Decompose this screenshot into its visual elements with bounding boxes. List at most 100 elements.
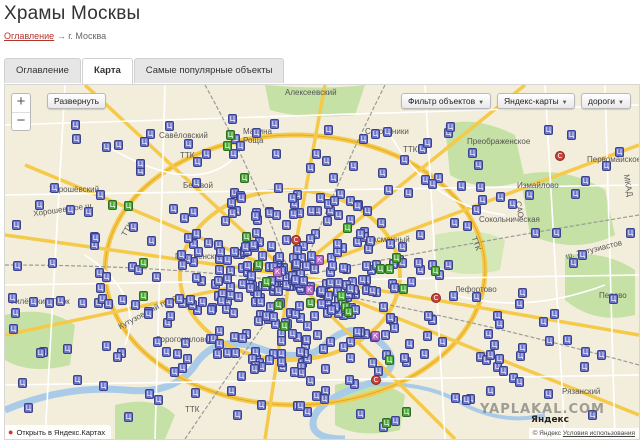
church-marker[interactable]: Ц	[230, 247, 239, 257]
map-view[interactable]: Алексеевский Марина Роща Сокольники Прео…	[4, 84, 640, 440]
church-marker[interactable]: Ц	[353, 201, 362, 211]
church-marker[interactable]: Ц	[358, 275, 367, 285]
church-marker[interactable]: Ц	[249, 240, 258, 250]
church-marker[interactable]: Ц	[140, 137, 149, 147]
church-marker[interactable]: Ц	[495, 354, 504, 364]
place-marker[interactable]: Ц	[240, 173, 249, 183]
church-marker[interactable]: Ц	[250, 364, 259, 374]
church-marker[interactable]: Ц	[18, 378, 27, 388]
church-marker[interactable]: Ц	[302, 261, 311, 271]
church-marker[interactable]: Ц	[177, 250, 186, 260]
church-marker[interactable]: Ц	[368, 286, 377, 296]
church-marker[interactable]: Ц	[36, 348, 45, 358]
church-marker[interactable]: Ц	[104, 299, 113, 309]
church-marker[interactable]: Ц	[327, 305, 336, 315]
church-marker[interactable]: Ц	[310, 264, 319, 274]
church-marker[interactable]: Ц	[486, 386, 495, 396]
special-marker[interactable]: С	[431, 293, 441, 303]
church-marker[interactable]: Ц	[571, 189, 580, 199]
church-marker[interactable]: Ц	[102, 341, 111, 351]
church-marker[interactable]: Ц	[609, 294, 618, 304]
church-marker[interactable]: Ц	[48, 258, 57, 268]
church-marker[interactable]: Ц	[581, 176, 590, 186]
church-marker[interactable]: Ц	[102, 142, 111, 152]
church-marker[interactable]: Ц	[129, 222, 138, 232]
church-marker[interactable]: Ц	[323, 216, 332, 226]
expand-map-button[interactable]: Развернуть	[47, 93, 107, 109]
church-marker[interactable]: Ц	[404, 188, 413, 198]
church-marker[interactable]: Ц	[238, 333, 247, 343]
church-marker[interactable]: Ц	[169, 204, 178, 214]
church-marker[interactable]: Ц	[472, 205, 481, 215]
church-marker[interactable]: Ц	[257, 400, 266, 410]
place-marker[interactable]: Ц	[344, 307, 353, 317]
church-marker[interactable]: Ц	[231, 348, 240, 358]
tab-popular[interactable]: Самые популярные объекты	[133, 58, 285, 83]
church-marker[interactable]: Ц	[184, 233, 193, 243]
church-marker[interactable]: Ц	[390, 323, 399, 333]
church-marker[interactable]: Ц	[184, 139, 193, 149]
church-marker[interactable]: Ц	[377, 218, 386, 228]
church-marker[interactable]: Ц	[292, 259, 301, 269]
church-marker[interactable]: Ц	[330, 196, 339, 206]
church-marker[interactable]: Ц	[227, 198, 236, 208]
church-marker[interactable]: Ц	[277, 336, 286, 346]
church-marker[interactable]: Ц	[72, 134, 81, 144]
church-marker[interactable]: Ц	[153, 337, 162, 347]
filter-objects-dropdown[interactable]: Фильтр объектов ▼	[401, 93, 492, 109]
church-marker[interactable]: Ц	[390, 283, 399, 293]
church-marker[interactable]: Ц	[145, 389, 154, 399]
place-marker[interactable]: Ц	[108, 200, 117, 210]
church-marker[interactable]: Ц	[288, 193, 297, 203]
church-marker[interactable]: Ц	[270, 119, 279, 129]
church-marker[interactable]: Ц	[178, 363, 187, 373]
church-marker[interactable]: Ц	[398, 242, 407, 252]
church-marker[interactable]: Ц	[515, 299, 524, 309]
church-marker[interactable]: Ц	[243, 261, 252, 271]
church-marker[interactable]: Ц	[317, 286, 326, 296]
church-marker[interactable]: Ц	[496, 192, 505, 202]
place-marker[interactable]: Ц	[223, 141, 232, 151]
church-marker[interactable]: Ц	[359, 134, 368, 144]
church-marker[interactable]: Ц	[423, 138, 432, 148]
church-marker[interactable]: Ц	[202, 149, 211, 159]
church-marker[interactable]: Ц	[295, 301, 304, 311]
church-marker[interactable]: Ц	[320, 394, 329, 404]
place-marker[interactable]: Ц	[343, 223, 352, 233]
church-marker[interactable]: Ц	[265, 208, 274, 218]
church-marker[interactable]: Ц	[147, 236, 156, 246]
special-marker[interactable]: С	[371, 375, 381, 385]
church-marker[interactable]: Ц	[223, 274, 232, 284]
place-marker[interactable]: Ц	[385, 264, 394, 274]
church-marker[interactable]: Ц	[214, 276, 223, 286]
church-marker[interactable]: Ц	[165, 121, 174, 131]
place-marker[interactable]: Ц	[399, 284, 408, 294]
church-marker[interactable]: Ц	[525, 190, 534, 200]
church-marker[interactable]: Ц	[428, 179, 437, 189]
church-marker[interactable]: Ц	[186, 295, 195, 305]
church-marker[interactable]: Ц	[484, 329, 493, 339]
church-marker[interactable]: Ц	[256, 297, 265, 307]
church-marker[interactable]: Ц	[346, 284, 355, 294]
church-marker[interactable]: Ц	[269, 312, 278, 322]
church-marker[interactable]: Ц	[518, 288, 527, 298]
place-marker[interactable]: Ц	[242, 232, 251, 242]
church-marker[interactable]: Ц	[277, 357, 286, 367]
church-marker[interactable]: Ц	[165, 298, 174, 308]
church-marker[interactable]: Ц	[324, 125, 333, 135]
church-marker[interactable]: Ц	[386, 239, 395, 249]
church-marker[interactable]: Ц	[597, 350, 606, 360]
church-marker[interactable]: Ц	[29, 297, 38, 307]
church-marker[interactable]: Ц	[9, 324, 18, 334]
church-marker[interactable]: Ц	[602, 161, 611, 171]
church-marker[interactable]: Ц	[362, 261, 371, 271]
church-marker[interactable]: Ц	[215, 339, 224, 349]
church-marker[interactable]: Ц	[11, 308, 20, 318]
church-marker[interactable]: Ц	[515, 377, 524, 387]
church-marker[interactable]: Ц	[131, 300, 140, 310]
church-marker[interactable]: Ц	[424, 311, 433, 321]
church-marker[interactable]: Ц	[192, 273, 201, 283]
church-marker[interactable]: Ц	[615, 147, 624, 157]
church-marker[interactable]: Ц	[312, 149, 321, 159]
church-marker[interactable]: Ц	[181, 338, 190, 348]
